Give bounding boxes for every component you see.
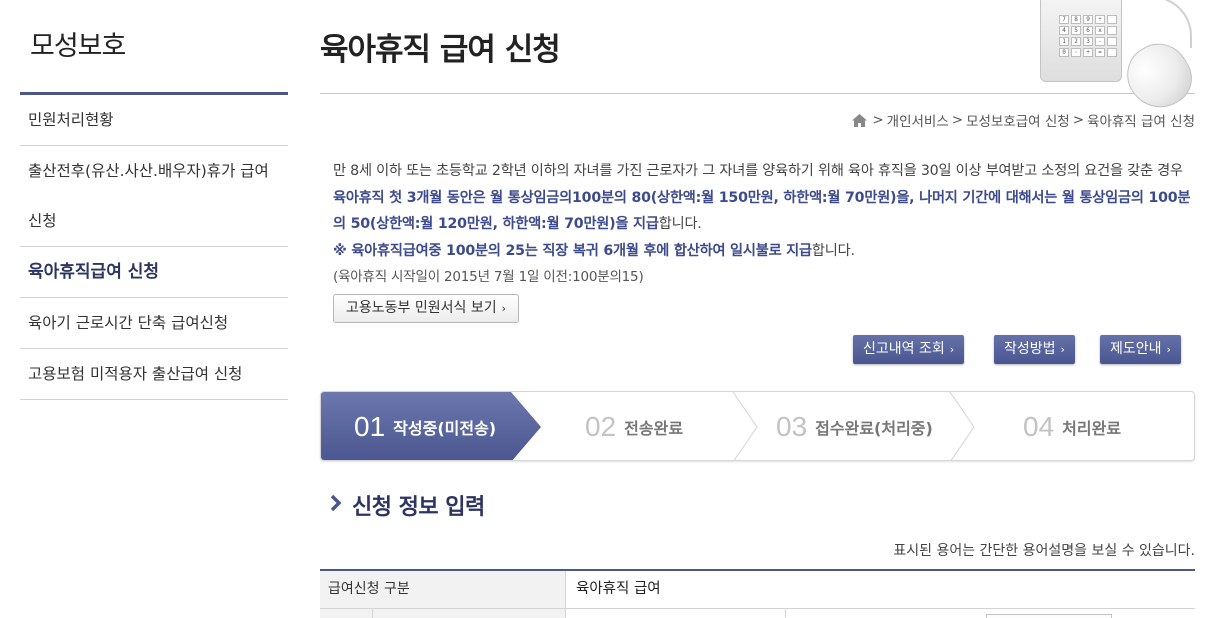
calculator-key [1107,37,1117,46]
table-value-cell [566,609,786,618]
calculator-key: 2 [1071,37,1081,46]
sidebar-item-label: 육아휴직급여 신청 [28,262,160,282]
intro-p3-note: (육아휴직 시작일이 2015년 7월 1일 이전:100분의15) [333,269,644,285]
calculator-key [1107,15,1117,24]
system-guide-button-label: 제도안내 [1110,341,1162,357]
table-field-input[interactable] [986,614,1112,618]
calculator-key: ÷ [1095,15,1105,24]
table-value-cell: 육아휴직 급여 [576,581,661,597]
calculator-key: 7 [1059,15,1069,24]
calculator-key [1107,26,1117,35]
breadcrumb-item[interactable]: 모성보호급여 신청 [966,110,1070,130]
sidebar-item-reduced-hours[interactable]: 육아기 근로시간 단축 급여신청 [20,298,288,349]
breadcrumb-separator: > [951,112,964,128]
breadcrumb-separator: > [1072,112,1085,128]
calculator-key: 3 [1083,37,1093,46]
sidebar-item-maternity-leave[interactable]: 출산전후(유산.사산.배우자)휴가 급여 신청 [20,146,288,247]
sidebar-title: 모성보호 [30,31,126,62]
sidebar-item-complaint-status[interactable]: 민원처리현황 [20,95,288,146]
calculator-key [1107,48,1117,57]
step-label: 처리완료 [1062,419,1122,438]
step-1: 01 작성중(미전송) [354,392,497,460]
sidebar-item-parental-leave[interactable]: 육아휴직급여 신청 [20,247,288,298]
progress-steps: 01 작성중(미전송) 02 전송완료 03 접수완료(처리중) 04 처리완료 [320,391,1195,461]
sidebar-item-label: 민원처리현황 [28,111,114,129]
calculator-key: = [1095,48,1105,57]
chevron-right-icon: › [501,302,506,315]
step-4: 04 처리완료 [1023,392,1122,460]
intro-p2-highlight: ※ 육아휴직급여중 100분의 25는 직장 복귀 6개월 후에 합산하여 일시… [333,242,812,259]
step-2: 02 전송완료 [585,392,684,460]
table-row: 급여신청 구분 육아휴직 급여 [320,571,1195,609]
howto-button-label: 작성방법 [1004,341,1056,357]
calculator-key: 1 [1059,37,1069,46]
calculator-key: x [1095,26,1105,35]
system-guide-button[interactable]: 제도안내 › [1100,335,1181,364]
table-row [320,609,1195,618]
sidebar-item-label: 고용보험 미적용자 출산급여 신청 [28,365,243,383]
calculator-key: 0 [1059,48,1069,57]
calculator-key: · [1071,48,1081,57]
report-history-button-label: 신고내역 조회 [863,341,945,357]
glossary-hint: 표시된 용어는 간단한 용어설명을 보실 수 있습니다. [893,543,1195,559]
chevron-right-icon: › [949,343,955,356]
sidebar-item-label: 출산전후(유산.사산.배우자)휴가 급여 [28,162,269,180]
breadcrumb: > 개인서비스 > 모성보호급여 신청 > 육아휴직 급여 신청 [852,110,1195,130]
chevron-right-icon: › [1060,343,1065,356]
mouse-cable-illustration [1146,0,1192,48]
report-history-button[interactable]: 신고내역 조회 › [853,335,965,364]
step-number: 03 [776,411,808,442]
calculator-key: + [1083,48,1093,57]
table-header-cell: 급여신청 구분 [320,571,566,608]
calculator-key: 6 [1083,26,1093,35]
howto-button[interactable]: 작성방법 › [994,335,1075,364]
application-form-table: 급여신청 구분 육아휴직 급여 [320,569,1195,618]
header-divider [320,93,1195,94]
home-icon[interactable] [852,113,868,127]
chevron-right-icon [330,493,342,518]
step-number: 04 [1023,411,1055,442]
step-number: 02 [585,411,617,442]
sidebar-item-uninsured-maternity[interactable]: 고용보험 미적용자 출산급여 신청 [20,349,288,400]
form-view-button[interactable]: 고용노동부 민원서식 보기 › [333,294,519,323]
step-label: 전송완료 [624,419,684,438]
intro-p1-end: 합니다. [658,216,702,232]
chevron-right-icon: › [1166,343,1171,356]
calculator-key: 4 [1059,26,1069,35]
step-divider [949,392,975,460]
sidebar-menu: 민원처리현황 출산전후(유산.사산.배우자)휴가 급여 신청 육아휴직급여 신청… [20,95,288,400]
breadcrumb-item[interactable]: 개인서비스 [887,110,949,130]
breadcrumb-item-current: 육아휴직 급여 신청 [1087,114,1195,130]
calculator-key: 9 [1083,15,1093,24]
section-title-text: 신청 정보 입력 [352,495,485,520]
calculator-key: 8 [1071,15,1081,24]
sidebar-item-label: 육아기 근로시간 단축 급여신청 [28,314,229,332]
calculator-illustration: 7 8 9 ÷ 4 5 6 x 1 2 3- 0 · + = [1040,0,1122,82]
step-label: 작성중(미전송) [393,419,497,438]
intro-p1: 만 8세 이하 또는 초등학교 2학년 이하의 자녀를 가진 근로자가 그 자녀… [333,163,1183,179]
calculator-keys: 7 8 9 ÷ 4 5 6 x 1 2 3- 0 · + = [1059,15,1117,57]
intro-p1-highlight: 육아휴직 첫 3개월 동안은 월 통상임금의100분의 80(상한액:월 150… [333,189,1191,233]
form-view-button-label: 고용노동부 민원서식 보기 [346,300,497,316]
step-number: 01 [354,411,386,442]
table-header-cell [320,609,373,618]
section-title: 신청 정보 입력 [330,489,485,521]
table-value-cell [786,609,986,618]
page-title: 육아휴직 급여 신청 [320,32,561,68]
calculator-key: - [1095,37,1105,46]
intro-p2-end: 합니다. [811,242,855,259]
step-3: 03 접수완료(처리중) [776,392,933,460]
table-header-cell [373,609,566,618]
sidebar-item-label-cont: 신청 [28,212,57,230]
step-label: 접수완료(처리중) [815,419,933,438]
step-divider [732,392,758,460]
calculator-key: 5 [1071,26,1081,35]
breadcrumb-separator: > [872,112,884,128]
intro-text: 만 8세 이하 또는 초등학교 2학년 이하의 자녀를 가진 근로자가 그 자녀… [333,158,1193,291]
